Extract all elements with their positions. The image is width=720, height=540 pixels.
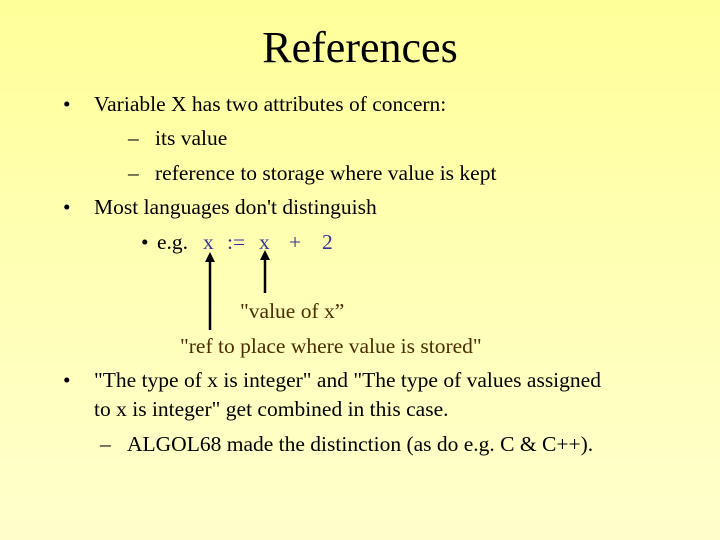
annotation-value-of-x: "value of x” bbox=[240, 299, 345, 323]
bullet-type-of-x-line2: to x is integer" get combined in this ca… bbox=[94, 397, 449, 421]
dash-glyph: – bbox=[128, 161, 139, 185]
code-constant: 2 bbox=[322, 230, 333, 254]
sub-its-value: its value bbox=[155, 126, 228, 150]
code-plus: + bbox=[289, 230, 302, 254]
bullet-glyph: • bbox=[63, 368, 71, 392]
dash-glyph: – bbox=[100, 432, 111, 456]
slide-title: References bbox=[262, 23, 458, 72]
sub-algol68: ALGOL68 made the distinction (as do e.g.… bbox=[127, 432, 594, 456]
dash-glyph: – bbox=[128, 126, 139, 150]
eg-label: e.g. bbox=[157, 230, 189, 254]
bullet-glyph: • bbox=[141, 230, 149, 254]
bullet-glyph: • bbox=[63, 92, 71, 116]
sub-reference-to-storage: reference to storage where value is kept bbox=[155, 161, 497, 185]
code-assign-op: := bbox=[227, 230, 246, 254]
arrow-to-rhs-icon bbox=[260, 250, 270, 293]
bullet-variable-attributes: Variable X has two attributes of concern… bbox=[94, 92, 447, 116]
bullet-glyph: • bbox=[63, 195, 71, 219]
bullet-type-of-x-line1: "The type of x is integer" and "The type… bbox=[94, 368, 601, 392]
arrow-to-lhs-icon bbox=[205, 252, 215, 330]
annotation-ref-to-place: "ref to place where value is stored" bbox=[180, 334, 482, 358]
bullet-most-languages: Most languages don't distinguish bbox=[94, 195, 377, 219]
